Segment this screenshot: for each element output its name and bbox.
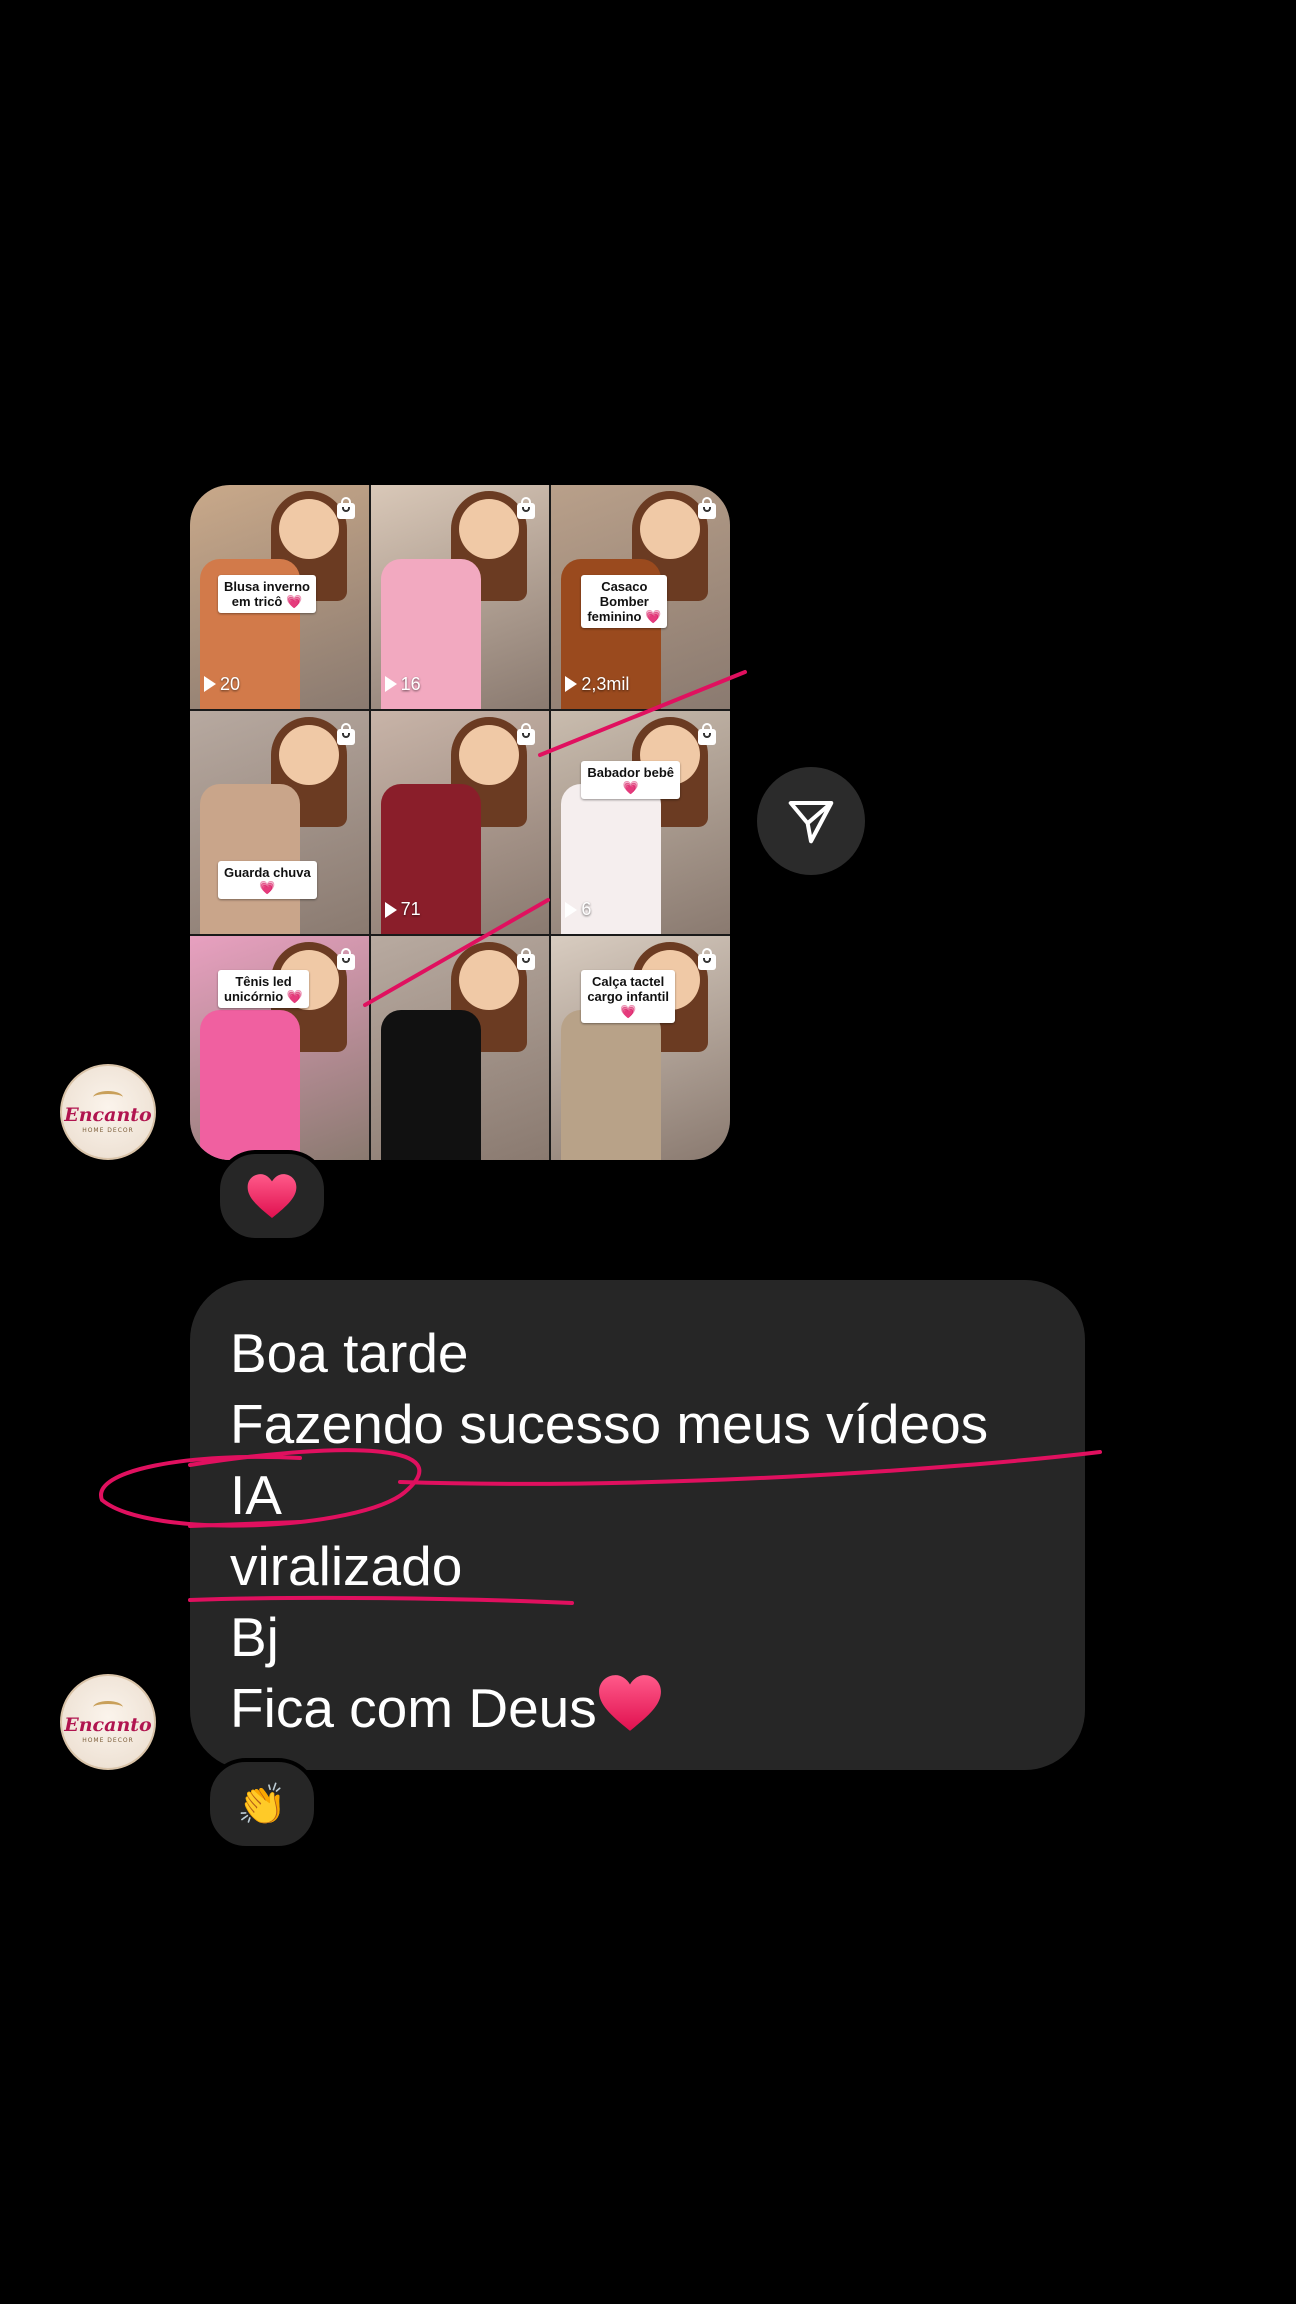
message-line: viralizado	[230, 1535, 463, 1597]
play-icon	[384, 901, 397, 918]
shopping-bag-icon[interactable]	[517, 497, 536, 519]
view-count-text: 20	[220, 673, 241, 694]
post-tile[interactable]: Guarda chuva 💗	[190, 710, 369, 935]
post-tile[interactable]: Calça tactel cargo infantil 💗	[551, 936, 730, 1160]
avatar-subtitle: HOME DECOR	[82, 1126, 134, 1134]
message-line-text: Fica com Deus	[230, 1677, 597, 1739]
product-garment	[200, 1010, 300, 1160]
message-bubble[interactable]: Boa tarde Fazendo sucesso meus vídeos IA…	[190, 1280, 1085, 1770]
shopping-bag-icon[interactable]	[336, 948, 355, 971]
product-garment	[561, 1010, 662, 1160]
crown-icon	[93, 1700, 123, 1714]
view-count: 20	[204, 674, 240, 695]
shopping-bag-icon[interactable]	[336, 722, 355, 745]
product-tag: Casaco Bomber feminino 💗	[581, 575, 668, 628]
message-reaction[interactable]: 👏	[206, 1758, 318, 1850]
heart-icon	[247, 1174, 297, 1218]
post-reaction[interactable]	[216, 1150, 328, 1242]
model-face	[640, 499, 700, 559]
sender-avatar[interactable]: Encanto HOME DECOR	[60, 1064, 156, 1160]
sender-avatar[interactable]: Encanto HOME DECOR	[60, 1674, 156, 1770]
crown-icon	[93, 1090, 123, 1104]
message-line: IA	[230, 1464, 282, 1526]
message-line-last: Fica com Deus	[230, 1673, 1045, 1744]
play-icon	[565, 676, 578, 693]
product-tag: Guarda chuva 💗	[218, 860, 317, 899]
shared-post-grid[interactable]: Blusa inverno em tricô 💗 20 16 Casaco Bombe…	[190, 485, 730, 1160]
avatar-brand: Encanto	[64, 1103, 152, 1126]
view-count-text: 6	[581, 899, 592, 920]
avatar-subtitle: HOME DECOR	[82, 1736, 134, 1744]
product-tag: Babador bebê 💗	[581, 760, 681, 799]
heart-emoji-icon	[598, 1675, 661, 1731]
product-garment	[380, 1010, 481, 1160]
message-line: Bj	[230, 1606, 279, 1668]
product-tag: Calça tactel cargo infantil 💗	[581, 970, 675, 1024]
view-count-text: 2,3mil	[581, 673, 630, 694]
post-tile[interactable]: Babador bebê 💗 6	[551, 710, 730, 935]
view-count: 71	[384, 899, 421, 920]
shopping-bag-icon[interactable]	[517, 722, 536, 745]
post-tile[interactable]: 16	[370, 485, 550, 709]
clapping-hands-icon: 👏	[237, 1782, 287, 1827]
view-count: 16	[384, 673, 421, 695]
shopping-bag-icon[interactable]	[517, 948, 536, 971]
model-face	[278, 724, 339, 785]
model-face	[459, 724, 520, 785]
post-tile[interactable]: 71	[370, 710, 550, 935]
shopping-bag-icon[interactable]	[336, 497, 355, 519]
share-button[interactable]	[757, 767, 865, 875]
avatar-brand: Encanto	[64, 1713, 152, 1736]
view-count-text: 71	[400, 899, 421, 920]
view-count: 6	[565, 899, 591, 920]
view-count-text: 16	[400, 673, 421, 694]
shopping-bag-icon[interactable]	[698, 948, 716, 971]
send-icon	[788, 800, 834, 844]
product-garment	[200, 784, 300, 935]
play-icon	[204, 676, 216, 693]
message-line: Boa tarde	[230, 1322, 469, 1384]
post-tile[interactable]: Casaco Bomber feminino 💗 2,3mil	[551, 485, 730, 709]
post-tile[interactable]: Tênis led unicórnio 💗	[190, 936, 369, 1160]
view-count: 2,3mil	[565, 674, 629, 695]
post-tile[interactable]	[370, 936, 550, 1160]
model-face	[459, 499, 520, 559]
shopping-bag-icon[interactable]	[698, 497, 716, 519]
play-icon	[565, 901, 578, 918]
model-face	[278, 499, 339, 559]
message-line: Fazendo sucesso meus vídeos	[230, 1393, 989, 1455]
shopping-bag-icon[interactable]	[698, 722, 716, 745]
product-tag: Tênis led unicórnio 💗	[218, 970, 310, 1009]
play-icon	[384, 676, 397, 693]
product-tag: Blusa inverno em tricô 💗	[218, 575, 316, 613]
post-tile[interactable]: Blusa inverno em tricô 💗 20	[190, 485, 369, 709]
